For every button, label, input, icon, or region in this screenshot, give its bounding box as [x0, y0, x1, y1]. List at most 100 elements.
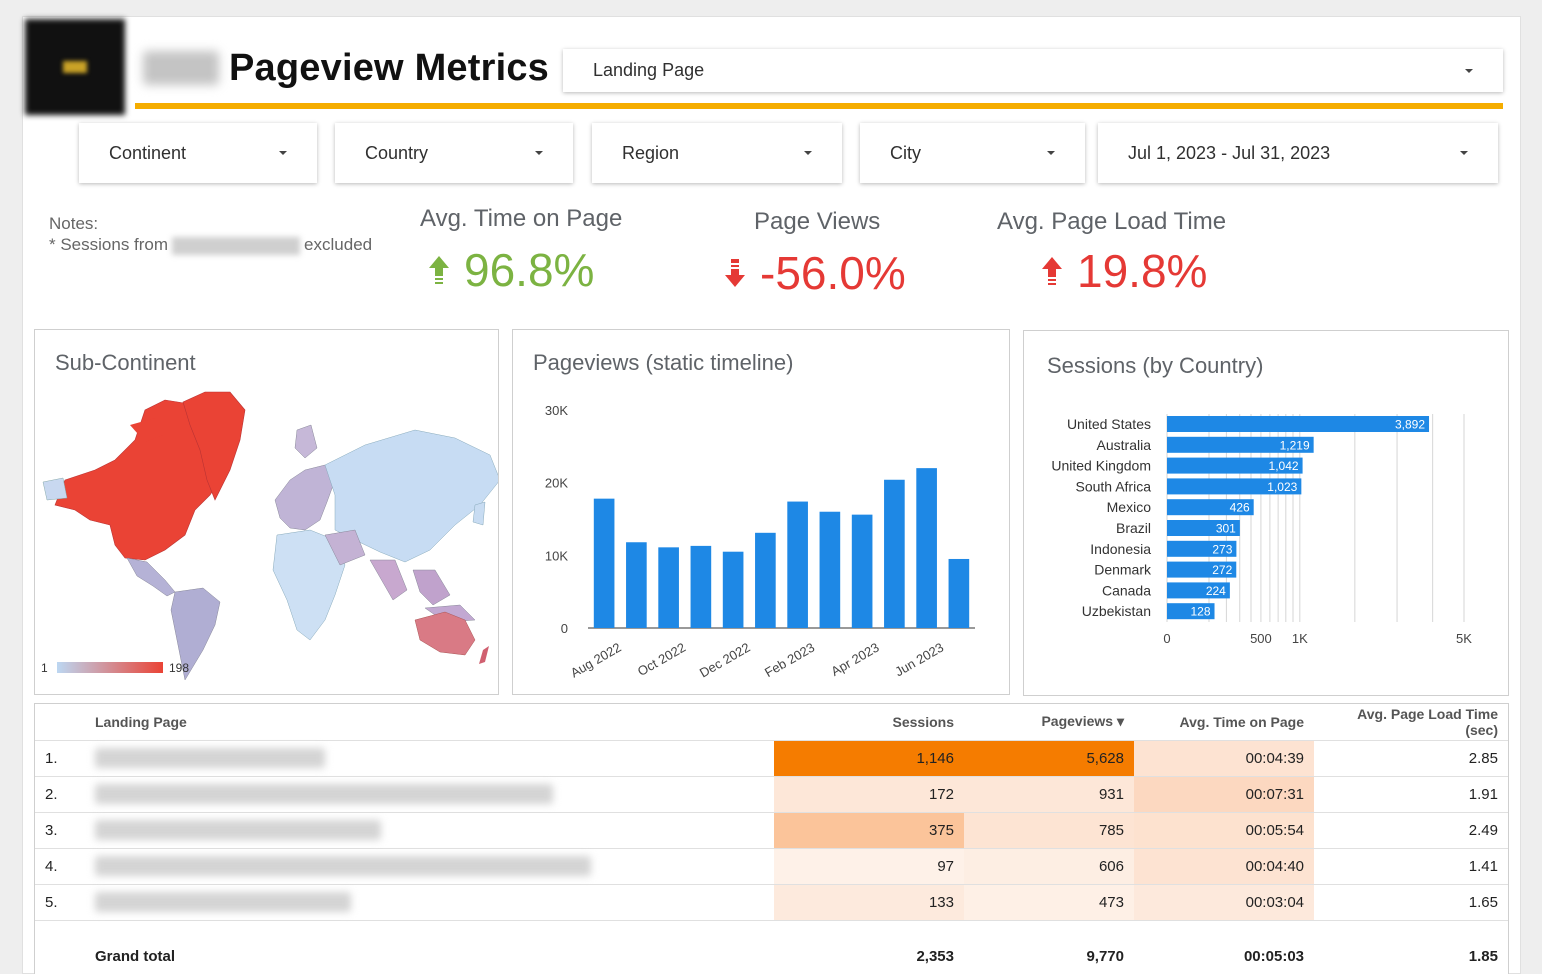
avg-time-cell: 00:03:04	[1134, 883, 1314, 920]
landing-page-cell	[85, 739, 774, 776]
country-bar	[1167, 416, 1430, 432]
arrow-down-icon	[725, 259, 745, 287]
sessions-country-bar-chart[interactable]: United States 3,892 Australia 1,219 United K…	[1024, 331, 1508, 695]
sessions-cell: 133	[774, 883, 964, 920]
redacted-url	[95, 748, 325, 768]
kpi-value-row: 19.8%	[1041, 244, 1257, 298]
table-row[interactable]: 2. 172 931 00:07:31 1.91	[35, 775, 1508, 812]
category-label: Mexico	[1107, 499, 1152, 515]
load-time-cell: 2.85	[1314, 739, 1508, 776]
pageviews-cell: 473	[964, 883, 1134, 920]
landing-page-cell	[85, 775, 774, 812]
pageviews-bar-chart[interactable]: 0 10K 20K 30K Aug 2022 Oct 2022 Dec 2022 Feb 20…	[513, 330, 1009, 694]
category-label: Denmark	[1094, 562, 1152, 578]
continent-dropdown[interactable]: Continent	[79, 123, 317, 183]
total-pageviews: 9,770	[964, 919, 1134, 974]
avg-time-cell: 00:04:40	[1134, 847, 1314, 884]
x-tick-label: 5K	[1456, 631, 1472, 646]
date-range-picker[interactable]: Jul 1, 2023 - Jul 31, 2023	[1098, 123, 1498, 183]
category-label: Indonesia	[1090, 541, 1151, 557]
load-time-cell: 1.41	[1314, 847, 1508, 884]
sessions-cell: 172	[774, 775, 964, 812]
kpi-value: 19.8%	[1077, 245, 1208, 297]
pageviews-cell: 931	[964, 775, 1134, 812]
category-label: Canada	[1102, 582, 1151, 598]
world-map[interactable]: 1 198	[35, 330, 498, 694]
load-time-cell: 1.91	[1314, 775, 1508, 812]
sessions-header[interactable]: Sessions	[774, 704, 964, 740]
page-title: Pageview Metrics	[229, 47, 550, 89]
pageviews-cell: 5,628	[964, 739, 1134, 776]
chevron-down-icon	[1047, 151, 1055, 155]
bar-data-label: 1,042	[1269, 459, 1299, 473]
load-time-cell: 2.49	[1314, 811, 1508, 848]
kpi-page-load-time: Avg. Page Load Time 19.8%	[997, 208, 1257, 298]
bar-data-label: 1,219	[1280, 438, 1310, 452]
landing-page-dropdown[interactable]: Landing Page	[563, 49, 1503, 92]
category-label: Australia	[1097, 437, 1152, 453]
country-dropdown[interactable]: Country	[335, 123, 573, 183]
bar-data-label: 224	[1206, 584, 1226, 598]
table-row[interactable]: 1. 1,146 5,628 00:04:39 2.85	[35, 739, 1508, 776]
landing-page-cell	[85, 847, 774, 884]
map-legend-min: 1	[41, 661, 48, 675]
kpi-value-row: -56.0%	[724, 246, 944, 300]
landing-page-cell	[85, 883, 774, 920]
title-underline	[135, 103, 1503, 109]
redacted-url	[95, 856, 591, 876]
pageviews-timeline-panel: Pageviews (static timeline) 0 10K 20K 30K Au…	[512, 329, 1010, 695]
pageviews-cell: 606	[964, 847, 1134, 884]
table-row[interactable]: 3. 375 785 00:05:54 2.49	[35, 811, 1508, 848]
timeline-bar	[851, 514, 873, 628]
avg-time-cell: 00:05:54	[1134, 811, 1314, 848]
grand-total-row: Grand total 2,353 9,770 00:05:03 1.85	[35, 919, 1508, 974]
index-header	[35, 704, 85, 740]
notes-prefix: * Sessions from	[49, 235, 169, 254]
bar-data-label: 1,023	[1267, 480, 1297, 494]
category-label: Brazil	[1116, 520, 1151, 536]
timeline-bar	[916, 468, 937, 628]
map-legend-max: 198	[169, 661, 189, 675]
arrow-up-icon	[1042, 257, 1062, 285]
landing-page-table: Landing Page Sessions Pageviews ▾ Avg. T…	[34, 703, 1509, 974]
table-row[interactable]: 4. 97 606 00:04:40 1.41	[35, 847, 1508, 884]
chevron-down-icon	[1465, 68, 1473, 73]
region-dropdown[interactable]: Region	[592, 123, 842, 183]
timeline-bar	[819, 511, 841, 628]
pageviews-cell: 785	[964, 811, 1134, 848]
chevron-down-icon	[535, 151, 543, 155]
total-index	[35, 919, 85, 974]
kpi-value: -56.0%	[760, 247, 906, 299]
bar-data-label: 128	[1190, 605, 1210, 619]
timeline-bar	[722, 551, 744, 628]
sessions-cell: 375	[774, 811, 964, 848]
country-dropdown-label: Country	[365, 142, 429, 163]
avg-time-header[interactable]: Avg. Time on Page	[1134, 704, 1314, 740]
total-load-time: 1.85	[1314, 919, 1508, 974]
city-dropdown[interactable]: City	[860, 123, 1085, 183]
landing-page-header[interactable]: Landing Page	[85, 704, 774, 740]
sessions-cell: 97	[774, 847, 964, 884]
timeline-bar	[626, 542, 647, 628]
sessions-cell: 1,146	[774, 739, 964, 776]
notes-heading: Notes:	[49, 214, 99, 233]
row-index: 1.	[35, 739, 85, 776]
kpi-label: Avg. Page Load Time	[997, 208, 1227, 235]
arrow-up-icon	[429, 256, 449, 284]
redacted-url	[95, 820, 381, 840]
chevron-down-icon	[279, 151, 287, 155]
load-time-header[interactable]: Avg. Page Load Time (sec)	[1314, 704, 1508, 740]
kpi-label: Avg. Time on Page	[420, 205, 623, 232]
row-index: 5.	[35, 883, 85, 920]
region-dropdown-label: Region	[622, 142, 680, 163]
map-legend-scale	[57, 662, 163, 673]
continent-dropdown-label: Continent	[109, 142, 187, 163]
y-tick-label: 30K	[545, 403, 568, 418]
category-label: South Africa	[1076, 478, 1152, 494]
table-row[interactable]: 5. 133 473 00:03:04 1.65	[35, 883, 1508, 920]
x-tick-label: 0	[1163, 631, 1170, 646]
row-index: 2.	[35, 775, 85, 812]
bar-data-label: 3,892	[1395, 418, 1425, 432]
pageviews-header[interactable]: Pageviews ▾	[964, 704, 1134, 740]
x-tick-label: Feb 2023	[762, 640, 817, 680]
